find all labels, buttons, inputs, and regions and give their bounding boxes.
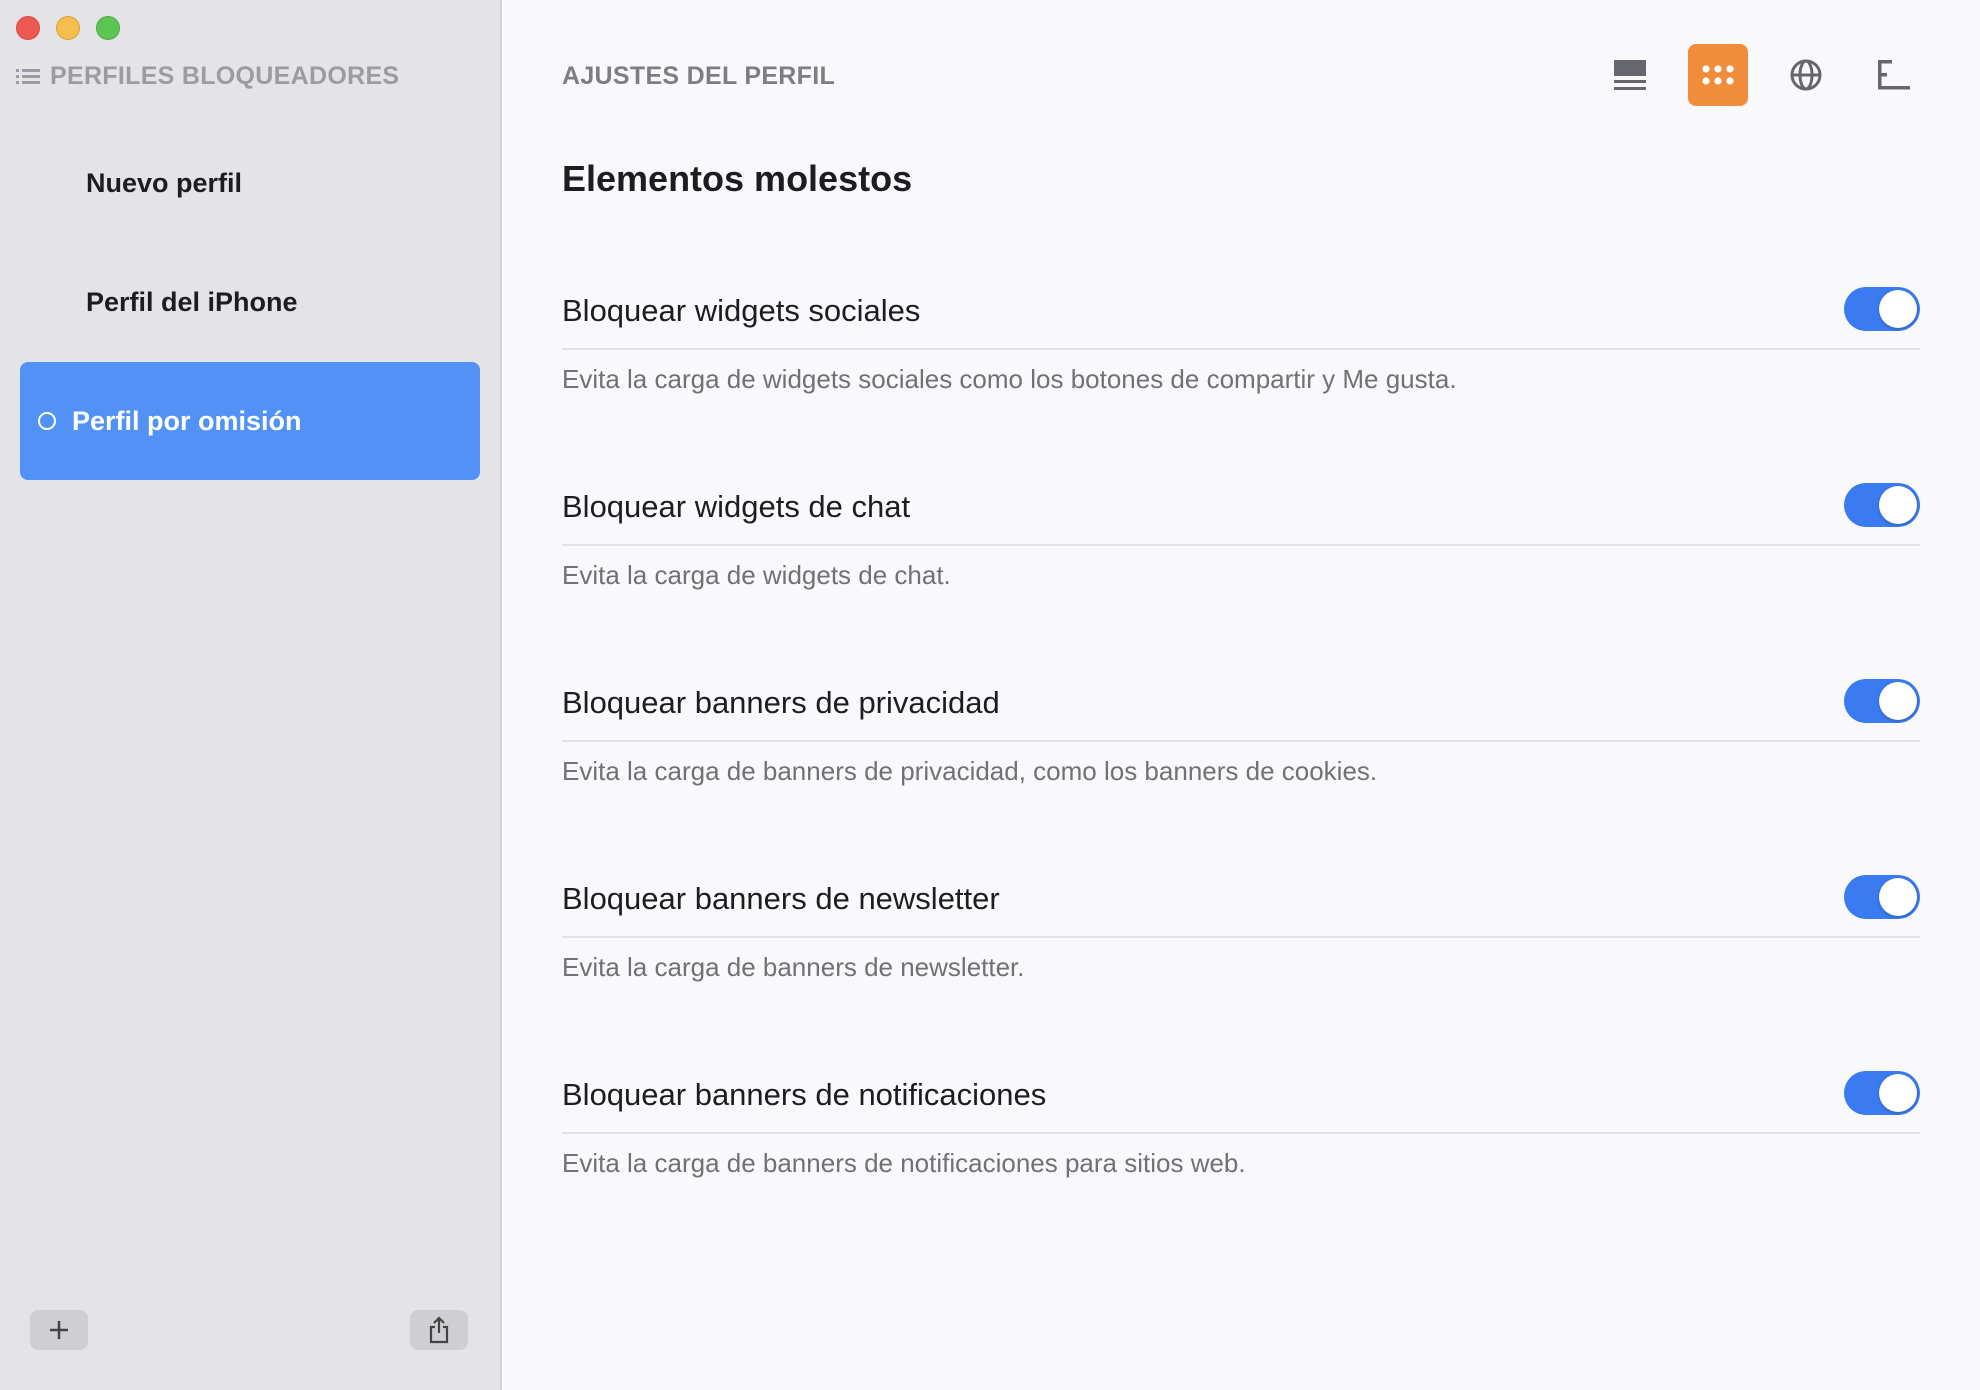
outline-view-button[interactable]: [1864, 44, 1924, 106]
setting-title: Bloquear banners de privacidad: [562, 685, 1000, 720]
setting-title: Bloquear widgets de chat: [562, 489, 911, 524]
profile-label: Perfil por omisión: [72, 405, 302, 436]
list-view-icon: [1614, 60, 1646, 90]
profile-label: Perfil del iPhone: [86, 286, 298, 317]
maximize-window-button[interactable]: [96, 16, 120, 40]
setting-title: Bloquear banners de notificaciones: [562, 1077, 1047, 1112]
outline-icon: [1878, 60, 1910, 90]
profile-item-perfil-iphone[interactable]: Perfil del iPhone: [20, 243, 480, 361]
window-controls: [16, 16, 120, 40]
setting-newsletter-banners: Bloquear banners de newsletter Evita la …: [562, 862, 1920, 983]
profile-item-perfil-por-omision[interactable]: Perfil por omisión: [20, 362, 480, 480]
notification-banners-toggle[interactable]: [1844, 1071, 1920, 1115]
profile-item-nuevo-perfil[interactable]: Nuevo perfil: [20, 124, 480, 242]
selected-indicator-icon: [38, 412, 56, 430]
globe-icon: [1790, 59, 1822, 91]
setting-title: Bloquear banners de newsletter: [562, 881, 1000, 916]
share-icon: [429, 1316, 449, 1344]
toolbar: [1600, 44, 1924, 106]
annoyances-view-button[interactable]: [1688, 44, 1748, 106]
newsletter-banners-toggle[interactable]: [1844, 875, 1920, 919]
setting-chat-widgets: Bloquear widgets de chat Evita la carga …: [562, 470, 1920, 591]
setting-description: Evita la carga de widgets sociales como …: [562, 364, 1457, 394]
list-icon: [16, 68, 40, 86]
setting-privacy-banners: Bloquear banners de privacidad Evita la …: [562, 666, 1920, 787]
app-window: PERFILES BLOQUEADORES Nuevo perfil Perfi…: [0, 0, 1980, 1390]
section-title: Elementos molestos: [562, 158, 913, 199]
close-window-button[interactable]: [16, 16, 40, 40]
setting-title: Bloquear widgets sociales: [562, 293, 921, 328]
profile-label: Nuevo perfil: [86, 167, 243, 198]
list-view-button[interactable]: [1600, 44, 1660, 106]
sidebar-header-label: PERFILES BLOQUEADORES: [50, 62, 400, 90]
page-header: AJUSTES DEL PERFIL: [562, 62, 836, 90]
setting-description: Evita la carga de banners de privacidad,…: [562, 756, 1378, 786]
setting-description: Evita la carga de banners de newsletter.: [562, 952, 1025, 982]
minimize-window-button[interactable]: [56, 16, 80, 40]
plus-icon: [50, 1321, 68, 1339]
globe-view-button[interactable]: [1776, 44, 1836, 106]
social-widgets-toggle[interactable]: [1844, 287, 1920, 331]
sidebar-header: PERFILES BLOQUEADORES: [16, 62, 399, 91]
share-button[interactable]: [410, 1310, 468, 1350]
setting-social-widgets: Bloquear widgets sociales Evita la carga…: [562, 274, 1920, 395]
main-panel: AJUSTES DEL PERFIL Elementos molestos Bl…: [502, 0, 1980, 1390]
add-profile-button[interactable]: [30, 1310, 88, 1350]
setting-description: Evita la carga de banners de notificacio…: [562, 1148, 1246, 1178]
setting-notification-banners: Bloquear banners de notificaciones Evita…: [562, 1058, 1920, 1179]
privacy-banners-toggle[interactable]: [1844, 679, 1920, 723]
sidebar: PERFILES BLOQUEADORES Nuevo perfil Perfi…: [0, 0, 502, 1390]
grid-dots-icon: [1702, 65, 1734, 85]
chat-widgets-toggle[interactable]: [1844, 483, 1920, 527]
setting-description: Evita la carga de widgets de chat.: [562, 560, 951, 590]
